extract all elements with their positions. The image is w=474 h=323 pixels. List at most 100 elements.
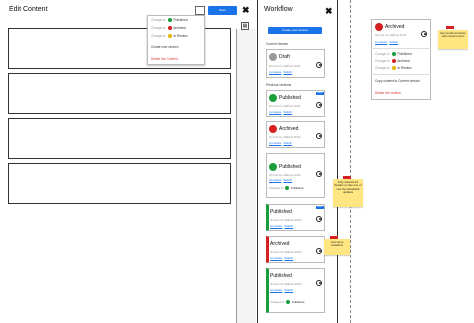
- version-meta: On Feb 11, 2020 at 16:21: [269, 173, 301, 177]
- version-status: Draft: [279, 54, 290, 60]
- version-meta: On Feb 11, 2020 at 16:21: [269, 135, 301, 139]
- published-dot-icon: [285, 186, 290, 191]
- published-status-icon: [269, 163, 277, 171]
- version-meta: On Feb 11, 2020 at 16:21: [270, 282, 302, 286]
- change-note: Changed to Published: [269, 186, 304, 191]
- content-block[interactable]: [8, 163, 231, 204]
- new-badge: NEW: [316, 206, 324, 209]
- menu-item-publish[interactable]: Change to Published: [375, 52, 412, 57]
- menu-item-status: Archived: [397, 59, 410, 63]
- version-status: Archived: [279, 126, 299, 132]
- sticky-note: Only relevant for Scadev on dev env. or …: [333, 179, 363, 207]
- version-status: Archived: [270, 241, 290, 247]
- version-actions: Compare Switch: [269, 141, 294, 145]
- switch-link[interactable]: Switch: [389, 40, 398, 44]
- menu-item-prefix: Change to: [375, 66, 390, 70]
- previous-versions-label: Previous versions: [266, 83, 292, 87]
- avatar-icon: [316, 133, 322, 139]
- version-status: Published: [279, 95, 301, 101]
- review-dot-icon: [167, 34, 172, 39]
- switch-link[interactable]: Switch: [283, 70, 292, 74]
- menu-item-publish[interactable]: Change to Published: [151, 18, 188, 23]
- save-button[interactable]: Save: [208, 6, 237, 15]
- compare-link[interactable]: Compare: [269, 178, 281, 182]
- version-status: Published: [279, 164, 301, 170]
- calendar-icon[interactable]: ▦: [241, 22, 249, 30]
- switch-link[interactable]: Switch: [283, 110, 292, 114]
- avatar-icon: [316, 280, 322, 286]
- menu-item-prefix: Change to: [151, 18, 166, 22]
- compare-link[interactable]: Compare: [270, 288, 282, 292]
- version-actions: Compare Switch: [269, 178, 294, 182]
- menu-item-review[interactable]: Change to In Review: [375, 66, 412, 71]
- archived-dot-icon: [391, 59, 396, 64]
- menu-item-prefix: Change to: [375, 59, 390, 63]
- version-meta: On Feb 11, 2020 at 16:21: [375, 33, 407, 37]
- compare-link[interactable]: Compare: [270, 224, 282, 228]
- archived-dot-icon: [167, 26, 172, 31]
- menu-item-prefix: Change to: [151, 34, 166, 38]
- menu-item-prefix: Change to: [151, 26, 166, 30]
- content-block[interactable]: [8, 73, 231, 114]
- change-status: Published: [291, 186, 304, 190]
- options-button[interactable]: [195, 6, 205, 15]
- compare-link[interactable]: Compare: [375, 40, 387, 44]
- change-prefix: Changed to: [269, 186, 284, 190]
- menu-item-archive[interactable]: Change to Archived: [151, 26, 186, 31]
- avatar-icon: [316, 248, 322, 254]
- published-dot-icon: [167, 18, 172, 23]
- menu-item-delete-version[interactable]: Delete the version: [375, 91, 401, 95]
- close-icon[interactable]: ✖: [242, 6, 250, 15]
- version-meta: On Feb 11, 2020 at 16:21: [270, 250, 302, 254]
- menu-item-review[interactable]: Change to In Review: [151, 34, 188, 39]
- avatar-icon: [421, 31, 427, 37]
- published-dot-icon: [286, 300, 291, 305]
- avatar-icon: [316, 102, 322, 108]
- compare-link[interactable]: Compare: [270, 256, 282, 260]
- version-status: Published: [270, 209, 292, 215]
- menu-item-status: Archived: [173, 26, 186, 30]
- version-actions: Compare Switch: [270, 224, 295, 228]
- version-actions: Compare Switch: [270, 256, 295, 260]
- avatar-icon: [316, 216, 322, 222]
- archived-status-icon: [375, 23, 383, 31]
- avatar-icon: [316, 62, 322, 68]
- divider-line: [350, 0, 351, 323]
- divider: [371, 74, 431, 75]
- change-prefix: Changed to: [270, 300, 285, 304]
- menu-item-copy-content[interactable]: Copy content to Current version: [375, 79, 420, 83]
- switch-link[interactable]: Switch: [284, 288, 293, 292]
- workflow-title: Workflow: [264, 6, 293, 13]
- draft-status-icon: [269, 53, 277, 61]
- version-actions: Compare Switch: [270, 288, 295, 292]
- compare-link[interactable]: Compare: [269, 70, 281, 74]
- new-badge: NEW: [316, 92, 324, 95]
- create-version-button[interactable]: Create new Version: [268, 27, 322, 34]
- switch-link[interactable]: Switch: [284, 224, 293, 228]
- content-block[interactable]: [8, 118, 231, 159]
- switch-link[interactable]: Switch: [284, 256, 293, 260]
- switch-link[interactable]: Switch: [283, 178, 292, 182]
- menu-item-create-version[interactable]: Create new version: [151, 45, 178, 49]
- switch-link[interactable]: Switch: [283, 141, 292, 145]
- version-meta: On Feb 11, 2020 at 16:21: [269, 104, 301, 108]
- compare-link[interactable]: Compare: [269, 110, 281, 114]
- published-dot-icon: [391, 52, 396, 57]
- menu-item-prefix: Change to: [375, 52, 390, 56]
- menu-item-status: Published: [173, 18, 188, 22]
- change-status: Published: [292, 300, 305, 304]
- menu-item-delete[interactable]: Delete the Content: [151, 57, 178, 61]
- published-status-icon: [269, 94, 277, 102]
- close-icon[interactable]: ✖: [325, 7, 333, 16]
- avatar-icon: [316, 171, 322, 177]
- compare-link[interactable]: Compare: [269, 141, 281, 145]
- version-actions: Compare Switch: [375, 40, 400, 44]
- sticky-note: Just some variations: [324, 239, 350, 255]
- menu-item-archive[interactable]: Change to Archived: [375, 59, 410, 64]
- version-status: Published: [270, 273, 292, 279]
- version-meta: On Feb 11, 2020 at 16:21: [269, 64, 301, 68]
- change-note: Changed to Published: [270, 300, 305, 305]
- side-toolbar: [236, 29, 256, 323]
- current-version-label: Current Version: [266, 42, 289, 46]
- review-dot-icon: [391, 66, 396, 71]
